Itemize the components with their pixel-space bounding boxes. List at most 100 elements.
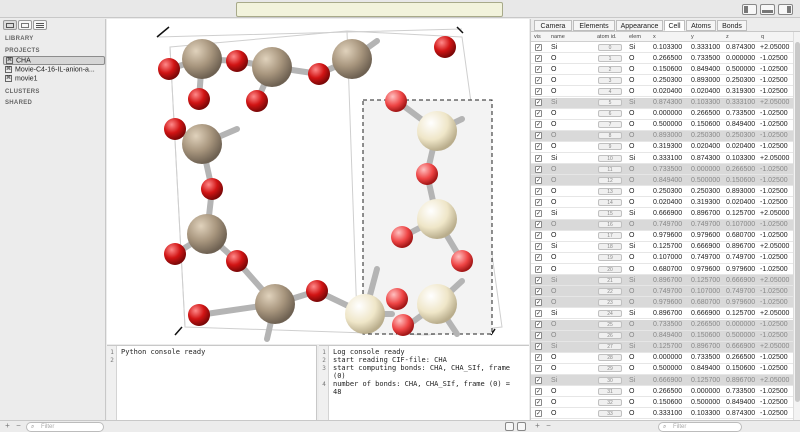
table-row[interactable]: ✓ O 26 O 0.849400 0.150600 0.500000 -1.02500 <box>531 330 793 342</box>
table-row[interactable]: ✓ O 4 O 0.020400 0.020400 0.319300 -1.02500 <box>531 86 793 98</box>
column-header[interactable]: vis <box>534 34 541 40</box>
table-row[interactable]: ✓ Si 18 Si 0.125700 0.666900 0.896700 +2.05000 <box>531 242 793 253</box>
tab-camera[interactable]: Camera <box>534 20 572 31</box>
column-header[interactable]: y <box>691 34 694 40</box>
column-header[interactable]: name <box>551 34 565 40</box>
visibility-checkbox[interactable]: ✓ <box>535 154 542 162</box>
table-row[interactable]: ✓ O 16 O 0.749700 0.749700 0.107000 -1.02500 <box>531 219 793 231</box>
tab-appearance[interactable]: Appearance <box>616 20 663 31</box>
table-row[interactable]: ✓ Si 21 Si 0.896700 0.125700 0.666900 +2.05000 <box>531 275 793 287</box>
visibility-checkbox[interactable]: ✓ <box>535 198 542 206</box>
table-filter-input[interactable]: ⌕ Filter <box>658 422 742 432</box>
visibility-checkbox[interactable]: ✓ <box>535 87 542 95</box>
visibility-checkbox[interactable]: ✓ <box>535 143 542 151</box>
tab-bonds[interactable]: Bonds <box>717 20 747 31</box>
visibility-checkbox[interactable]: ✓ <box>535 110 542 118</box>
visibility-checkbox[interactable]: ✓ <box>535 165 542 173</box>
visibility-checkbox[interactable]: ✓ <box>535 321 542 328</box>
table-row[interactable]: ✓ O 31 O 0.266500 0.000000 0.733500 -1.02500 <box>531 386 793 398</box>
table-row[interactable]: ✓ O 22 O 0.749700 0.107000 0.749700 -1.02500 <box>531 286 793 298</box>
table-row[interactable]: ✓ O 23 O 0.979600 0.680700 0.979600 -1.02500 <box>531 297 793 309</box>
column-header[interactable]: q <box>761 34 764 40</box>
table-row[interactable]: ✓ Si 0 Si 0.103300 0.333100 0.874300 +2.05000 <box>531 42 793 54</box>
tab-cell[interactable]: Cell <box>664 20 685 31</box>
visibility-checkbox[interactable]: ✓ <box>535 187 542 195</box>
add-row-icon[interactable]: + <box>533 422 542 431</box>
table-row[interactable]: ✓ O 9 O 0.319300 0.020400 0.020400 -1.02500 <box>531 142 793 153</box>
table-row[interactable]: ✓ O 19 O 0.107000 0.749700 0.749700 -1.02500 <box>531 253 793 264</box>
table-row[interactable]: ✓ O 1 O 0.266500 0.733500 0.000000 -1.02500 <box>531 53 793 65</box>
visibility-checkbox[interactable]: ✓ <box>535 365 542 373</box>
table-row[interactable]: ✓ Si 24 Si 0.896700 0.666900 0.125700 +2.05000 <box>531 308 793 320</box>
column-header[interactable]: z <box>726 34 729 40</box>
visibility-checkbox[interactable]: ✓ <box>535 176 542 184</box>
table-row[interactable]: ✓ O 29 O 0.500000 0.849400 0.150600 -1.02500 <box>531 364 793 375</box>
visibility-checkbox[interactable]: ✓ <box>535 210 542 217</box>
visibility-checkbox[interactable]: ✓ <box>535 309 542 317</box>
table-row[interactable]: ✓ O 33 O 0.333100 0.103300 0.874300 -1.02500 <box>531 408 793 420</box>
table-row[interactable]: ✓ O 12 O 0.849400 0.500000 0.150600 -1.02500 <box>531 175 793 187</box>
visibility-checkbox[interactable]: ✓ <box>535 409 542 417</box>
frame-icon[interactable] <box>18 20 32 30</box>
list-icon[interactable] <box>33 20 47 30</box>
visibility-checkbox[interactable]: ✓ <box>535 232 542 240</box>
visibility-checkbox[interactable]: ✓ <box>535 43 542 51</box>
visibility-checkbox[interactable]: ✓ <box>535 121 542 129</box>
console-layout-icon[interactable] <box>517 422 526 431</box>
structure-viewer[interactable] <box>107 19 529 344</box>
crystal-structure-render[interactable] <box>107 19 529 344</box>
visibility-checkbox[interactable]: ✓ <box>535 99 542 106</box>
table-scrollbar[interactable] <box>793 32 800 420</box>
visibility-checkbox[interactable]: ✓ <box>535 298 542 306</box>
table-row[interactable]: ✓ O 25 O 0.733500 0.266500 0.000000 -1.02500 <box>531 319 793 331</box>
python-console[interactable]: 1 2 Python console ready <box>107 345 317 420</box>
table-row[interactable]: ✓ O 14 O 0.020400 0.319300 0.020400 -1.02500 <box>531 197 793 209</box>
visibility-checkbox[interactable]: ✓ <box>535 287 542 295</box>
visibility-checkbox[interactable]: ✓ <box>535 376 542 384</box>
table-row[interactable]: ✓ Si 10 Si 0.333100 0.874300 0.103300 +2.05000 <box>531 153 793 165</box>
project-item-cha[interactable]: ⌘ CHA <box>3 56 105 65</box>
table-row[interactable]: ✓ Si 5 Si 0.874300 0.103300 0.333100 +2.05000 <box>531 97 793 109</box>
title-field[interactable] <box>236 2 503 17</box>
table-row[interactable]: ✓ O 13 O 0.250300 0.250300 0.893000 -1.02500 <box>531 186 793 198</box>
table-row[interactable]: ✓ O 20 O 0.680700 0.979600 0.979600 -1.02500 <box>531 264 793 276</box>
visibility-checkbox[interactable]: ✓ <box>535 132 542 140</box>
left-panel-icon[interactable] <box>742 4 757 15</box>
sidebar-filter-input[interactable]: ⌕ Filter <box>26 422 104 432</box>
tab-elements[interactable]: Elements <box>573 20 615 31</box>
column-header[interactable]: atom id. <box>597 34 617 40</box>
visibility-checkbox[interactable]: ✓ <box>535 276 542 284</box>
column-header[interactable]: elem <box>629 34 641 40</box>
remove-row-icon[interactable]: − <box>544 422 553 431</box>
scrollbar-thumb[interactable] <box>795 42 800 402</box>
visibility-checkbox[interactable]: ✓ <box>535 254 542 262</box>
table-row[interactable]: ✓ O 32 O 0.150600 0.500000 0.849400 -1.02500 <box>531 397 793 409</box>
right-panel-icon[interactable] <box>778 4 793 15</box>
table-row[interactable]: ✓ Si 15 Si 0.666900 0.896700 0.125700 +2.05000 <box>531 209 793 220</box>
visibility-checkbox[interactable]: ✓ <box>535 354 542 362</box>
table-row[interactable]: ✓ O 6 O 0.000000 0.266500 0.733500 -1.02500 <box>531 109 793 120</box>
visibility-checkbox[interactable]: ✓ <box>535 221 542 229</box>
table-row[interactable]: ✓ O 8 O 0.893000 0.250300 0.250300 -1.02500 <box>531 130 793 142</box>
folder-icon[interactable] <box>3 20 17 30</box>
tab-atoms[interactable]: Atoms <box>686 20 716 31</box>
visibility-checkbox[interactable]: ✓ <box>535 65 542 73</box>
project-item-movie-c4[interactable]: ⌘ Movie-C4-16-IL-anion-a... <box>5 66 95 73</box>
table-row[interactable]: ✓ O 11 O 0.733500 0.000000 0.266500 -1.02500 <box>531 164 793 176</box>
table-row[interactable]: ✓ O 2 O 0.150600 0.849400 0.500000 -1.02500 <box>531 64 793 76</box>
visibility-checkbox[interactable]: ✓ <box>535 332 542 340</box>
log-console[interactable]: 1 2 3 4 Log console ready start reading … <box>319 345 529 420</box>
table-row[interactable]: ✓ O 7 O 0.500000 0.150600 0.849400 -1.02500 <box>531 120 793 131</box>
bottom-panel-icon[interactable] <box>760 4 775 15</box>
add-icon[interactable]: + <box>3 422 12 431</box>
visibility-checkbox[interactable]: ✓ <box>535 265 542 273</box>
visibility-checkbox[interactable]: ✓ <box>535 243 542 251</box>
visibility-checkbox[interactable]: ✓ <box>535 387 542 395</box>
table-row[interactable]: ✓ O 17 O 0.979600 0.979600 0.680700 -1.02500 <box>531 231 793 242</box>
project-item-movie1[interactable]: ⌘ movie1 <box>5 75 38 82</box>
console-split-icon[interactable] <box>505 422 514 431</box>
visibility-checkbox[interactable]: ✓ <box>535 54 542 62</box>
column-header[interactable]: x <box>653 34 656 40</box>
remove-icon[interactable]: − <box>14 422 23 431</box>
table-row[interactable]: ✓ Si 30 Si 0.666900 0.125700 0.896700 +2.05000 <box>531 375 793 387</box>
